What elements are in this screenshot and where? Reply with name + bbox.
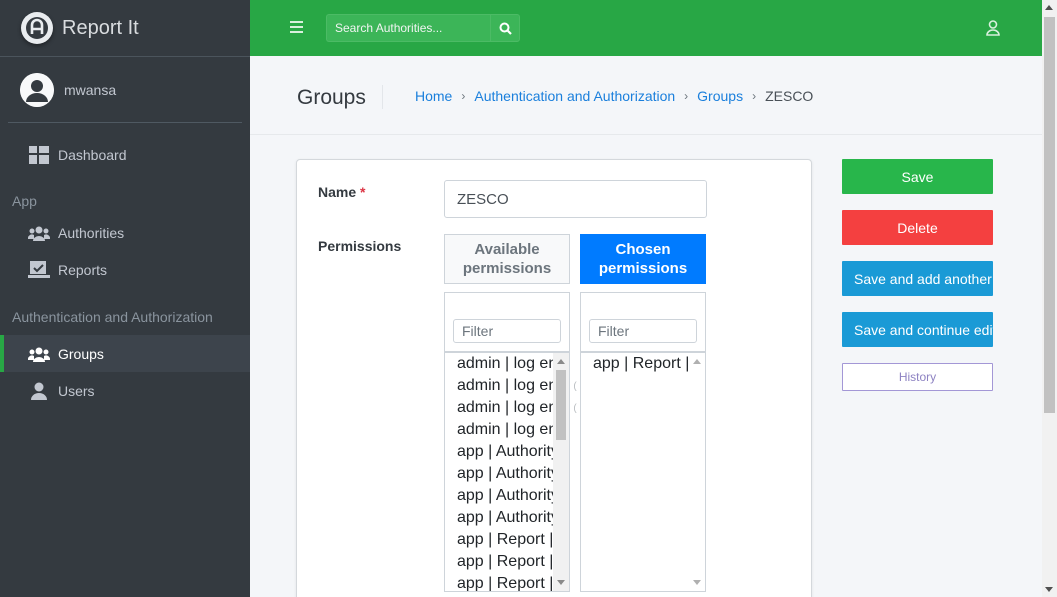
- sidebar-item-dashboard[interactable]: Dashboard: [0, 136, 250, 173]
- permission-option[interactable]: app | Report |: [445, 529, 569, 551]
- nav-header-auth: Authentication and Authorization: [12, 309, 213, 325]
- name-field[interactable]: ZESCO: [444, 180, 707, 218]
- sidebar-item-label: Dashboard: [58, 146, 127, 163]
- chevron-right-icon: ›: [752, 89, 757, 103]
- content-header: Groups Home › Authentication and Authori…: [250, 56, 1042, 135]
- users-icon: [28, 344, 50, 364]
- sidebar-item-groups[interactable]: Groups: [0, 335, 250, 372]
- search-button[interactable]: [490, 14, 520, 42]
- permission-option[interactable]: app | Authority: [445, 463, 569, 485]
- remove-arrow-icon[interactable]: (: [571, 401, 579, 415]
- breadcrumb-auth[interactable]: Authentication and Authorization: [474, 88, 675, 104]
- available-permissions-list[interactable]: admin | log entry admin | log entry admin …: [444, 352, 570, 592]
- permission-option[interactable]: app | Report |: [445, 573, 569, 591]
- top-navbar: Search Authorities...: [250, 0, 1042, 56]
- sidebar-item-label: Authorities: [58, 224, 125, 241]
- user-name: mwansa: [64, 81, 117, 98]
- chosen-filter-input[interactable]: Filter: [589, 319, 697, 343]
- available-filter-input[interactable]: Filter: [453, 319, 561, 343]
- permission-option[interactable]: admin | log entry: [445, 375, 569, 397]
- report-check-icon: [28, 260, 50, 280]
- name-label: Name *: [318, 184, 366, 200]
- sidebar: Report It mwansa Dashboard App Authoriti…: [0, 0, 250, 597]
- permissions-label: Permissions: [318, 238, 402, 254]
- scroll-down-icon[interactable]: [1045, 587, 1053, 592]
- chosen-filter-box: Filter: [580, 292, 706, 352]
- permission-option[interactable]: app | Authority: [445, 507, 569, 529]
- sidebar-item-label: Groups: [58, 345, 104, 362]
- required-mark: *: [360, 184, 366, 200]
- permission-option[interactable]: app | Authority: [445, 441, 569, 463]
- search-form: Search Authorities...: [326, 14, 520, 42]
- search-input[interactable]: Search Authorities...: [326, 14, 490, 42]
- permission-option[interactable]: admin | log entry: [445, 397, 569, 419]
- page-scroll-thumb[interactable]: [1044, 17, 1055, 413]
- history-button[interactable]: History: [842, 363, 993, 391]
- page-title: Groups: [297, 86, 366, 109]
- chevron-right-icon: ›: [461, 89, 466, 103]
- delete-button[interactable]: Delete: [842, 210, 993, 245]
- save-continue-button[interactable]: Save and continue editing: [842, 312, 993, 347]
- menu-toggle-icon[interactable]: [290, 20, 303, 38]
- chosen-permissions-list[interactable]: app | Report |: [580, 352, 706, 592]
- permission-option[interactable]: admin | log entry: [445, 353, 569, 375]
- scroll-up-icon[interactable]: [557, 359, 565, 364]
- sidebar-item-label: Users: [58, 382, 95, 399]
- brand-name: Report It: [62, 16, 139, 39]
- breadcrumb-home[interactable]: Home: [415, 88, 452, 104]
- user-menu-icon[interactable]: [986, 20, 1000, 41]
- available-permissions-title: Available permissions: [444, 234, 570, 284]
- list-scrollbar[interactable]: [553, 353, 569, 591]
- user-panel[interactable]: mwansa: [8, 57, 242, 123]
- nav-header-app: App: [12, 193, 37, 209]
- list-scrollbar[interactable]: [689, 353, 705, 591]
- group-form-card: Name * ZESCO Permissions Available permi…: [296, 159, 812, 597]
- search-icon: [499, 22, 512, 35]
- brand-logo-icon: [21, 12, 53, 44]
- scroll-thumb[interactable]: [556, 370, 566, 440]
- sidebar-item-label: Reports: [58, 261, 108, 278]
- page-scrollbar[interactable]: [1042, 0, 1057, 597]
- breadcrumb-groups[interactable]: Groups: [697, 88, 743, 104]
- chevron-right-icon: ›: [684, 89, 689, 103]
- avatar: [20, 72, 54, 107]
- sidebar-item-reports[interactable]: Reports: [0, 251, 250, 288]
- sidebar-item-authorities[interactable]: Authorities: [0, 214, 250, 251]
- scroll-down-icon[interactable]: [557, 580, 565, 585]
- chosen-permissions-title: Chosen permissions: [580, 234, 706, 284]
- scroll-up-icon[interactable]: [693, 359, 701, 364]
- available-filter-box: Filter: [444, 292, 570, 352]
- permission-option[interactable]: admin | log entry: [445, 419, 569, 441]
- brand-link[interactable]: Report It: [0, 0, 250, 57]
- permission-option[interactable]: app | Authority: [445, 485, 569, 507]
- sidebar-item-users[interactable]: Users: [0, 372, 250, 409]
- title-divider: [382, 85, 383, 109]
- breadcrumb: Home › Authentication and Authorization …: [415, 88, 813, 104]
- permission-option[interactable]: app | Report |: [581, 353, 705, 375]
- save-button[interactable]: Save: [842, 159, 993, 194]
- dashboard-icon: [28, 145, 50, 165]
- scroll-up-icon[interactable]: [1045, 5, 1053, 10]
- permission-option[interactable]: app | Report |: [445, 551, 569, 573]
- save-add-another-button[interactable]: Save and add another: [842, 261, 993, 296]
- scroll-down-icon[interactable]: [693, 580, 701, 585]
- breadcrumb-current: ZESCO: [765, 88, 814, 104]
- add-arrow-icon[interactable]: (: [571, 379, 579, 393]
- user-icon: [28, 381, 50, 401]
- users-icon: [28, 223, 50, 243]
